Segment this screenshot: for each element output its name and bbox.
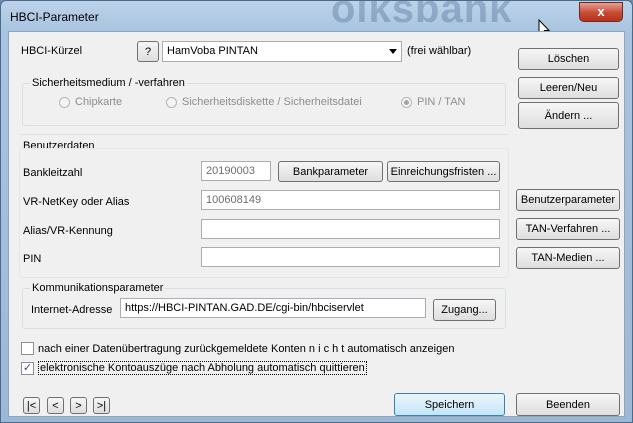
radio-dot [166,96,177,108]
close-button[interactable]: x [579,2,623,22]
aendern-button[interactable]: Ändern ... [518,102,619,129]
bankparameter-button[interactable]: Bankparameter [278,161,383,182]
benutzerparameter-button[interactable]: Benutzerparameter [516,189,620,211]
tan-verfahren-button[interactable]: TAN-Verfahren ... [516,218,620,240]
alias-label: Alias/VR-Kennung [23,225,113,237]
leeren-neu-button[interactable]: Leeren/Neu [518,77,619,99]
nav-next-button[interactable]: > [70,397,87,414]
speichern-button[interactable]: Speichern [394,393,505,416]
hbci-kuerzel-label: HBCI-Kürzel [21,45,83,57]
internet-address-field[interactable]: https://HBCI-PINTAN.GAD.DE/cgi-bin/hbcis… [120,298,426,318]
window-title: HBCI-Parameter [10,10,99,24]
alias-field[interactable] [201,219,500,239]
internet-address-label: Internet-Adresse [31,304,113,316]
zugang-button[interactable]: Zugang... [433,299,496,321]
nav-first-button[interactable]: |< [23,397,40,414]
radio-pin-tan-label: PIN / TAN [417,96,466,108]
loeschen-button[interactable]: Löschen [518,48,619,70]
pin-field[interactable] [201,247,500,267]
unreported-accounts-label: nach einer Datenübertragung zurückgemeld… [38,342,455,355]
beenden-button[interactable]: Beenden [516,393,620,416]
pin-label: PIN [23,253,42,265]
radio-chipkarte-label: Chipkarte [75,96,123,108]
hbci-parameter-window: HBCI-Parameter olksbank x HBCI-Kürzel ? … [0,0,633,423]
title-bar[interactable]: HBCI-Parameter olksbank x [1,1,632,31]
help-button[interactable]: ? [137,41,159,62]
mouse-cursor-icon [538,19,551,31]
radio-pin-tan[interactable]: PIN / TAN [401,96,466,108]
unreported-accounts-checkbox[interactable]: nach einer Datenübertragung zurückgemeld… [21,342,454,355]
tan-medien-button[interactable]: TAN-Medien ... [516,247,620,269]
separator [19,134,509,135]
chevron-down-icon [389,49,397,54]
netkey-field[interactable]: 100608149 [201,190,500,210]
einreichungsfristen-button[interactable]: Einreichungsfristen ... [387,161,500,182]
dialog-client-area: HBCI-Kürzel ? HamVoba PINTAN (frei wählb… [8,31,625,417]
radio-sicherheitsdiskette[interactable]: Sicherheitsdiskette / Sicherheitsdatei [166,96,362,108]
radio-chipkarte[interactable]: Chipkarte [59,96,122,108]
checkmark-icon: ✓ [21,361,34,375]
auto-acknowledge-statements-checkbox[interactable]: ✓ elektronische Kontoauszüge nach Abholu… [21,361,367,375]
bankleitzahl-label: Bankleitzahl [23,167,83,179]
auto-acknowledge-statements-label: elektronische Kontoauszüge nach Abholung… [38,361,367,375]
checkbox-box [21,342,34,355]
radio-dot-selected [401,96,412,108]
radio-dot [59,96,70,108]
hbci-kuerzel-select[interactable]: HamVoba PINTAN [162,41,402,62]
communication-group-title: Kommunikationsparameter [30,282,166,294]
bankleitzahl-field[interactable]: 20190003 [201,161,271,181]
nav-prev-button[interactable]: < [47,397,64,414]
hbci-kuerzel-value: HamVoba PINTAN [167,45,258,57]
hbci-kuerzel-hint: (frei wählbar) [407,45,472,57]
netkey-label: VR-NetKey oder Alias [23,196,130,208]
nav-last-button[interactable]: >| [93,397,110,414]
security-group-title: Sicherheitsmedium / -verfahren [30,77,187,89]
bank-watermark: olksbank [331,1,513,31]
radio-sicherheitsdiskette-label: Sicherheitsdiskette / Sicherheitsdatei [182,96,362,108]
